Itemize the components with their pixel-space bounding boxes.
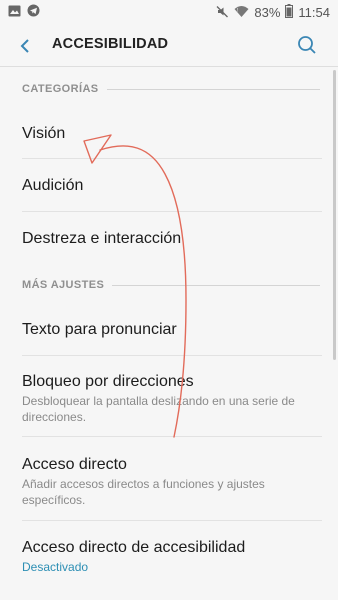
list-item-title: Bloqueo por direcciones: [22, 373, 194, 390]
wifi-icon: !: [234, 5, 249, 21]
scrollbar[interactable]: [333, 70, 336, 360]
battery-percent: 83%: [254, 4, 281, 20]
search-button[interactable]: [294, 32, 320, 58]
app-bar: ACCESIBILIDAD: [0, 24, 338, 66]
list-item-title: Acceso directo: [22, 456, 127, 473]
list-item-audicion[interactable]: Audición: [0, 159, 322, 212]
list-item-bloqueo-direcciones[interactable]: Bloqueo por direcciones Desbloquear la p…: [0, 356, 322, 437]
section-header-mas-ajustes: MÁS AJUSTES: [22, 277, 320, 293]
mute-icon: [216, 5, 229, 21]
status-time: 11:54: [298, 4, 330, 20]
battery-icon: [285, 4, 294, 21]
list-item-summary: Desbloquear la pantalla deslizando en un…: [22, 394, 295, 424]
list-item-title: Audición: [22, 177, 84, 194]
back-arrow-icon: [20, 39, 29, 53]
section-divider: [112, 284, 320, 286]
section-divider: [106, 88, 320, 90]
list-item-title: Texto para pronunciar: [22, 321, 177, 338]
search-icon: [298, 36, 316, 54]
back-button[interactable]: [12, 33, 38, 59]
list-item-title: Visión: [22, 125, 66, 142]
section-header-label: CATEGORÍAS: [22, 83, 99, 95]
gallery-icon: [8, 5, 21, 20]
list-item-title: Destreza e interacción: [22, 230, 182, 247]
list-item-texto-pronunciar[interactable]: Texto para pronunciar: [0, 302, 322, 356]
page-title: ACCESIBILIDAD: [52, 36, 169, 52]
list-item-title: Acceso directo de accesibilidad: [22, 539, 246, 556]
list-item-vision[interactable]: Visión: [0, 106, 322, 159]
list-item-acceso-directo-accesibilidad[interactable]: Acceso directo de accesibilidad Desactiv…: [0, 521, 322, 600]
section-header-categorias: CATEGORÍAS: [22, 81, 320, 97]
app-bar-divider: [0, 66, 338, 67]
list-item-summary: Añadir accesos directos a funciones y aj…: [22, 477, 265, 507]
list-item-destreza[interactable]: Destreza e interacción: [0, 212, 322, 266]
svg-text:!: !: [237, 8, 238, 14]
list-item-status: Desactivado: [22, 560, 89, 574]
telegram-icon: [27, 4, 40, 20]
section-header-label: MÁS AJUSTES: [22, 279, 105, 291]
list-item-acceso-directo[interactable]: Acceso directo Añadir accesos directos a…: [0, 437, 322, 521]
status-bar: ! 83% 11:54: [0, 0, 338, 24]
